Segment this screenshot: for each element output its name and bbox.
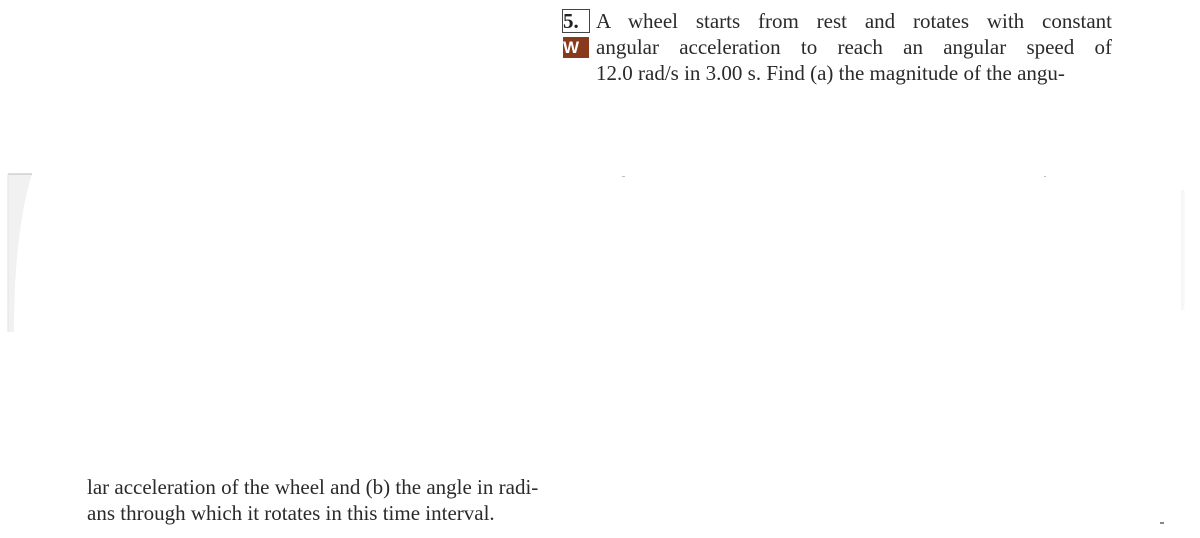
- problem-line-text: ans through which it rotates in this tim…: [87, 501, 495, 525]
- problem-line-text: lar acceleration of the wheel and (b) th…: [87, 475, 539, 499]
- problem-text-bottom: lar acceleration of the wheel and (b) th…: [87, 474, 622, 526]
- scan-mark: [622, 176, 625, 177]
- problem-line-1: 5. A wheel starts from rest and rotates …: [562, 8, 1112, 34]
- problem-line-text: 12.0 rad/s in 3.00 s. Find (a) the magni…: [596, 61, 1065, 85]
- page-right-edge-artifact: [1181, 190, 1185, 310]
- problem-number-box: 5.: [562, 9, 590, 33]
- web-assign-badge-icon: W: [563, 37, 589, 58]
- problem-line-5: ans through which it rotates in this tim…: [87, 500, 622, 526]
- problem-line-2: W angular acceleration to reach an angul…: [562, 34, 1112, 60]
- scan-mark: [1160, 522, 1164, 524]
- problem-text-top: 5. A wheel starts from rest and rotates …: [562, 8, 1112, 86]
- page-curl-shape: [7, 173, 32, 332]
- page-left-edge-artifact: [4, 172, 32, 332]
- problem-line-3: 12.0 rad/s in 3.00 s. Find (a) the magni…: [562, 60, 1112, 86]
- problem-line-text: A wheel starts from rest and rotates wit…: [596, 9, 1112, 33]
- problem-line-4: lar acceleration of the wheel and (b) th…: [87, 474, 622, 500]
- problem-line-text: angular acceleration to reach an angular…: [596, 35, 1112, 59]
- scan-mark: [1044, 176, 1046, 177]
